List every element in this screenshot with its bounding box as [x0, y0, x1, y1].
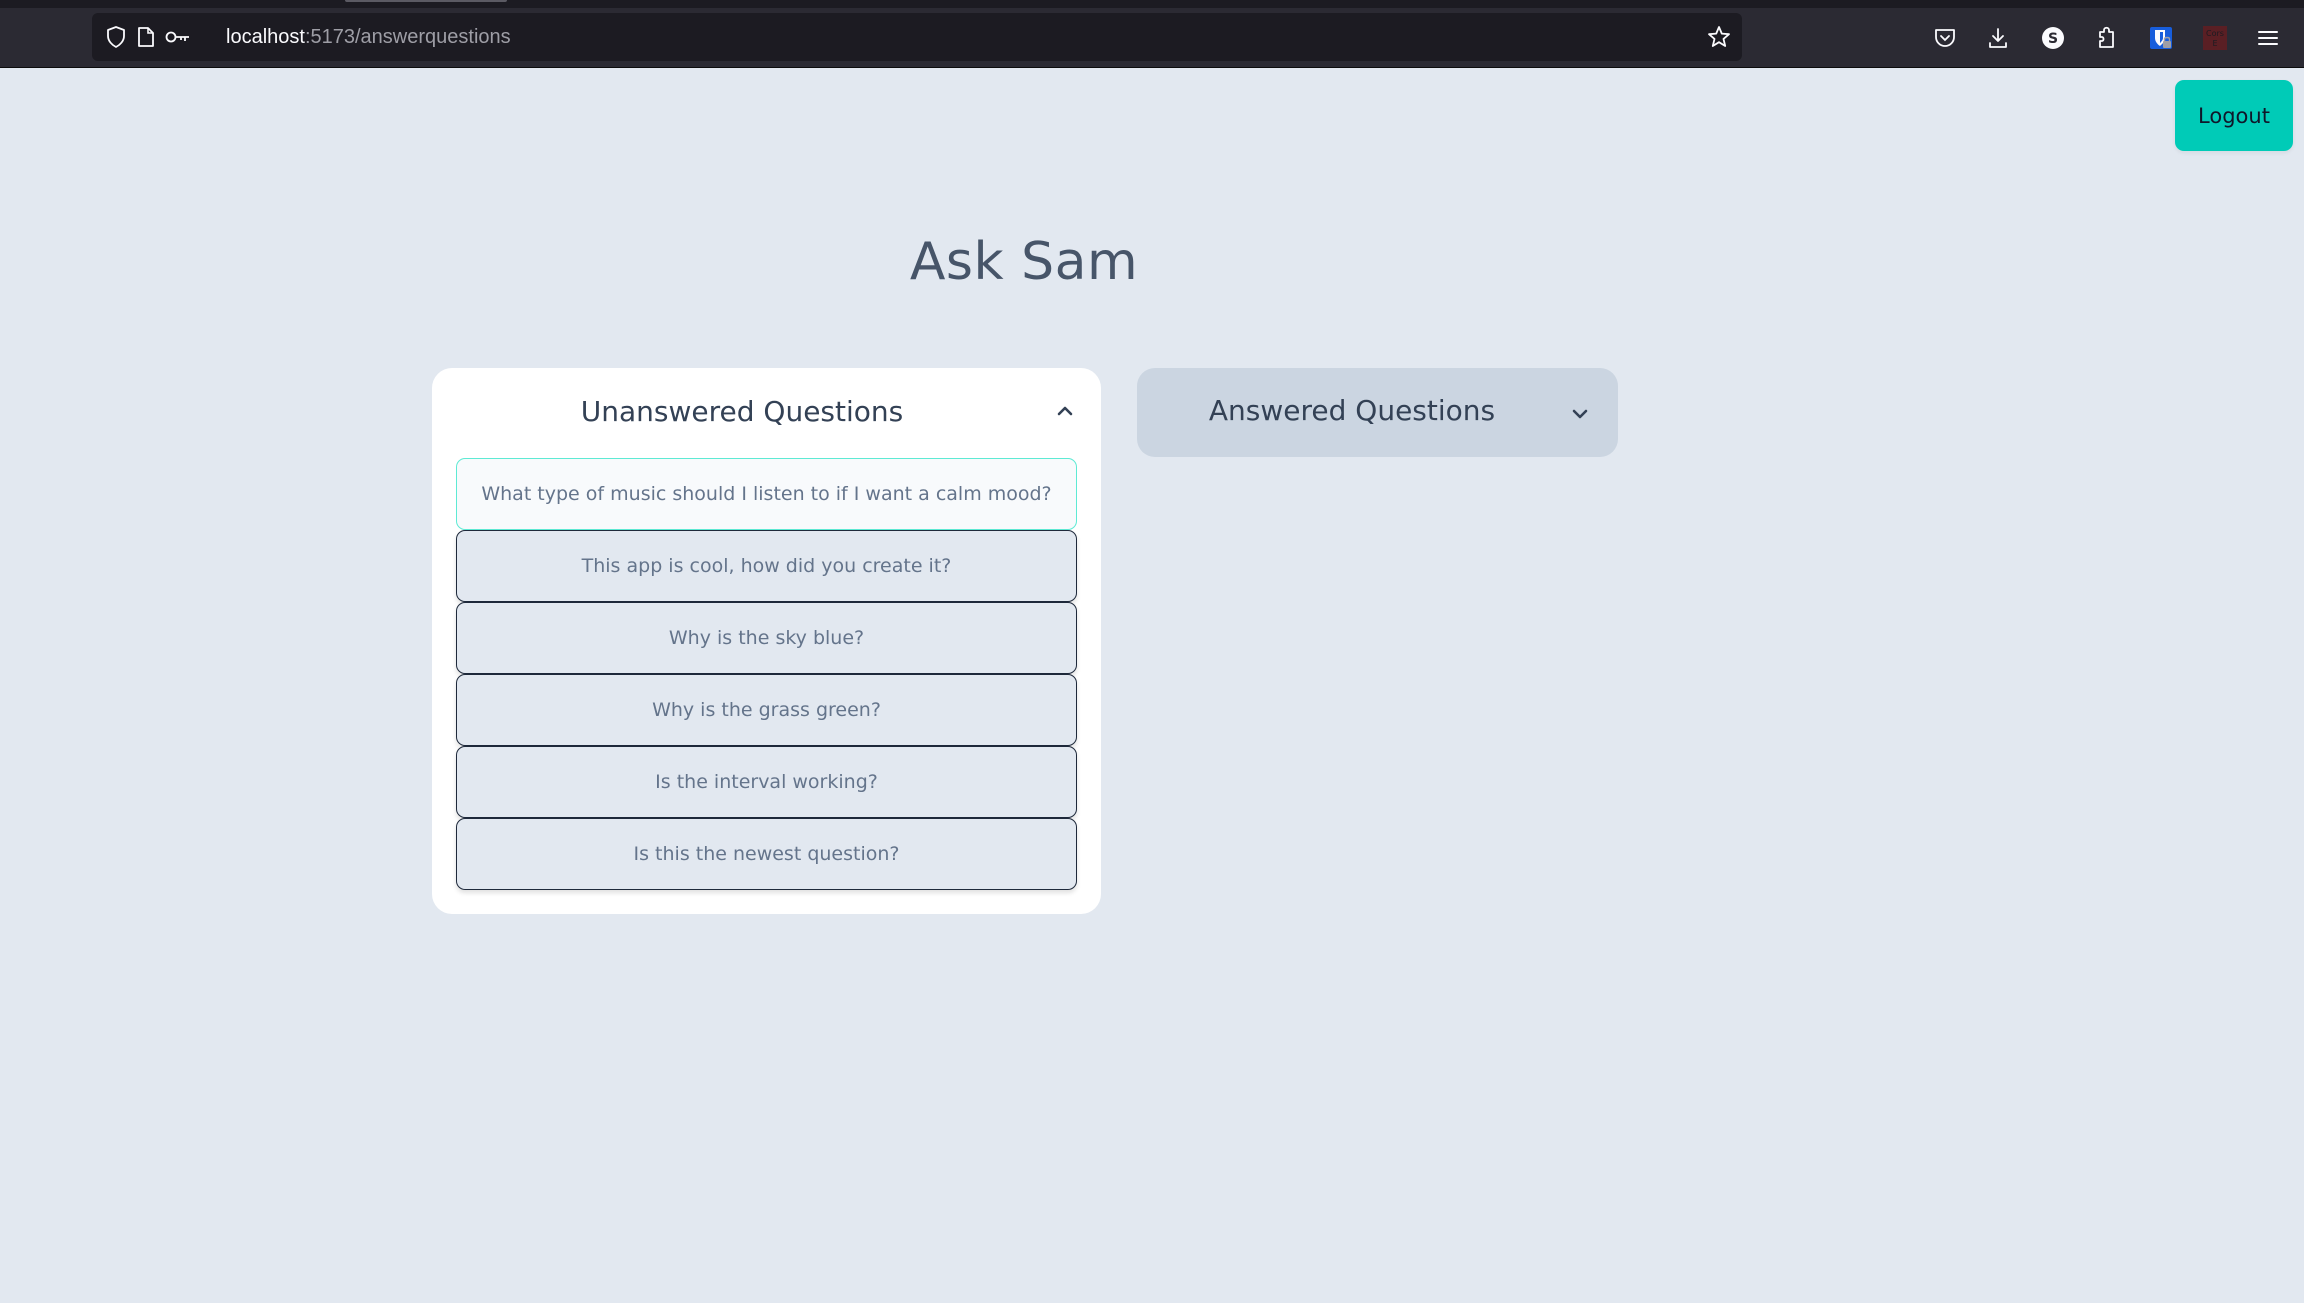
tracking-protection-shield-icon[interactable]	[104, 25, 128, 49]
question-item[interactable]: This app is cool, how did you create it?	[456, 530, 1077, 602]
password-manager-icon[interactable]	[2145, 22, 2177, 54]
pocket-icon[interactable]	[1929, 22, 1961, 54]
browser-toolbar: localhost:5173/answerquestions S Cors E	[0, 8, 2304, 68]
url-bar[interactable]: localhost:5173/answerquestions	[92, 13, 1742, 61]
unanswered-questions-toggle[interactable]: Unanswered Questions	[432, 368, 1101, 458]
question-item[interactable]: Is this the newest question?	[456, 818, 1077, 890]
question-item[interactable]: What type of music should I listen to if…	[456, 458, 1077, 530]
download-icon[interactable]	[1982, 22, 2014, 54]
unanswered-questions-list: What type of music should I listen to if…	[456, 458, 1077, 890]
cors-extension-icon[interactable]: Cors E	[2199, 22, 2231, 54]
page-title: Ask Sam	[909, 232, 1139, 292]
url-text[interactable]: localhost:5173/answerquestions	[226, 25, 511, 49]
logout-button[interactable]: Logout	[2175, 80, 2293, 151]
extensions-puzzle-icon[interactable]	[2091, 22, 2123, 54]
key-permission-icon[interactable]	[164, 25, 192, 49]
s-extension-letter: S	[2048, 31, 2058, 47]
unanswered-questions-title: Unanswered Questions	[580, 395, 904, 428]
chevron-down-icon[interactable]	[1570, 404, 1590, 424]
page-info-icon[interactable]	[134, 25, 158, 49]
chevron-up-icon[interactable]	[1055, 401, 1075, 421]
menu-icon[interactable]	[2252, 22, 2284, 54]
unanswered-questions-panel: Unanswered Questions What type of music …	[432, 368, 1101, 914]
bookmark-star-icon[interactable]	[1707, 25, 1731, 49]
cors-label-line1: Cors	[2206, 29, 2224, 38]
question-item[interactable]: Why is the sky blue?	[456, 602, 1077, 674]
url-host: localhost	[226, 26, 305, 48]
s-extension-icon[interactable]: S	[2037, 22, 2069, 54]
cors-label-line2: E	[2212, 39, 2217, 48]
active-tab-indicator[interactable]	[345, 0, 507, 2]
question-item[interactable]: Why is the grass green?	[456, 674, 1077, 746]
answered-questions-title: Answered Questions	[1208, 394, 1496, 427]
answered-questions-toggle[interactable]: Answered Questions	[1137, 368, 1618, 457]
url-path: :5173/answerquestions	[304, 26, 511, 48]
question-item[interactable]: Is the interval working?	[456, 746, 1077, 818]
tab-strip	[0, 0, 2304, 8]
